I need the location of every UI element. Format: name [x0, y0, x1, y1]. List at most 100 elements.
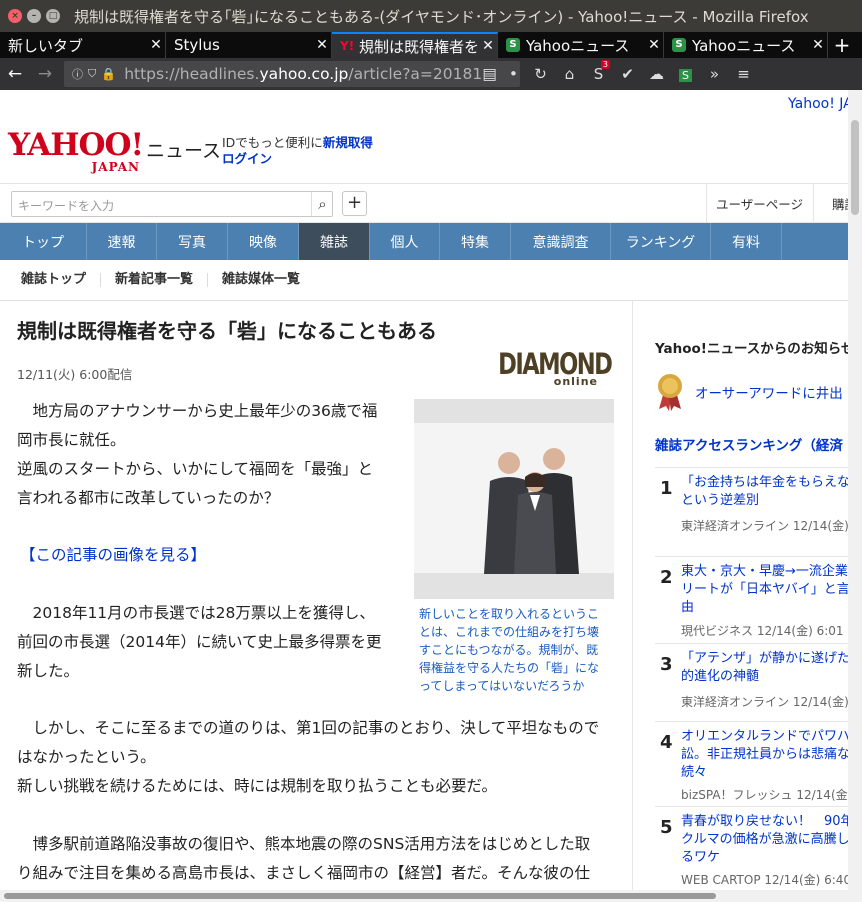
- extension-cloud-icon[interactable]: ☁: [642, 65, 671, 83]
- notice-item[interactable]: オーサーアワードに井出: [655, 372, 848, 412]
- nav-ranking[interactable]: ランキング: [611, 223, 711, 260]
- window-close-button[interactable]: ×: [8, 9, 22, 23]
- ranking-heading[interactable]: 雑誌アクセスランキング（経済: [655, 434, 843, 454]
- tab-label: 規制は既得権者を守る: [359, 37, 479, 56]
- paragraph-line: 言われる都市に改革していったのか？: [17, 489, 280, 507]
- publisher-logo-main: DIAMOND: [498, 347, 613, 381]
- login-link[interactable]: ログイン: [222, 148, 272, 167]
- hamburger-menu-icon[interactable]: ≡: [729, 65, 758, 83]
- purchase-link[interactable]: 購読: [813, 184, 848, 222]
- rank-title-line: クルマの価格が急激に高騰し: [681, 832, 848, 847]
- yahoo-japan-logo[interactable]: YAHOO! JAPAN: [8, 130, 144, 175]
- page-actions-icon[interactable]: •••: [509, 65, 520, 83]
- nav-survey[interactable]: 意識調査: [511, 223, 611, 260]
- search-input[interactable]: キーワードを入力 ⌕: [11, 191, 333, 217]
- tab-new-tab[interactable]: 新しいタブ ✕: [0, 32, 166, 58]
- nav-top[interactable]: トップ: [0, 223, 87, 260]
- ranking-item[interactable]: 1 「お金持ちは年金をもらえな という逆差別 東洋経済オンライン 12/14(金): [655, 467, 848, 556]
- rank-title[interactable]: オリエンタルランドでパワハ 訟。非正規社員からは悲痛な 続々: [681, 728, 848, 782]
- window-maximize-button[interactable]: □: [46, 9, 60, 23]
- photo-caption[interactable]: 新しいことを取り入れるということは、これまでの仕組みを打ち壊すことにもつながる。…: [419, 605, 605, 695]
- extension-badge: 3: [600, 60, 610, 69]
- tracking-shield-icon[interactable]: ⛉: [88, 67, 96, 81]
- nav-individual[interactable]: 個人: [370, 223, 440, 260]
- nav-paid[interactable]: 有料: [711, 223, 782, 260]
- nav-photo[interactable]: 写真: [157, 223, 228, 260]
- image-link[interactable]: 【この記事の画像を見る】: [20, 541, 206, 570]
- scrollbar-thumb[interactable]: [851, 120, 859, 215]
- nav-magazine[interactable]: 雑誌: [299, 223, 370, 260]
- rank-title[interactable]: 東大・京大・早慶→一流企業 リートが「日本ヤバイ」と言由: [681, 563, 848, 617]
- new-tab-button[interactable]: +: [828, 32, 856, 58]
- ranking-item[interactable]: 2 東大・京大・早慶→一流企業 リートが「日本ヤバイ」と言由 現代ビジネス 12/…: [655, 556, 848, 643]
- back-icon[interactable]: ←: [0, 64, 30, 84]
- reader-view-icon[interactable]: ▤: [482, 65, 497, 83]
- search-icon[interactable]: ⌕: [311, 192, 333, 216]
- medal-icon: [655, 373, 685, 411]
- rank-number: 4: [660, 732, 673, 753]
- tab-stylus[interactable]: Stylus ✕: [166, 32, 332, 58]
- rank-title[interactable]: 青春が取り戻せない！ 90年 クルマの価格が急激に高騰し るワケ: [681, 813, 848, 867]
- tab-yahoo-news-2[interactable]: S Yahooニュース ✕: [664, 32, 828, 58]
- news-label[interactable]: ニュース: [146, 136, 221, 163]
- close-icon[interactable]: ✕: [313, 37, 331, 53]
- ranking-item[interactable]: 5 青春が取り戻せない！ 90年 クルマの価格が急激に高騰し るワケ WEB CAR…: [655, 806, 848, 890]
- yahoo-japan-top-link[interactable]: Yahoo! JA: [788, 96, 848, 112]
- rank-source: 東洋経済オンライン 12/14(金): [681, 519, 848, 533]
- rank-title-line: という逆差別: [681, 493, 760, 508]
- lock-icon: 🔒: [101, 67, 117, 81]
- info-icon[interactable]: ⓘ: [72, 66, 83, 82]
- rank-source: WEB CARTOP 12/14(金) 6:40: [681, 873, 848, 887]
- stylus-extension-icon[interactable]: S3: [584, 60, 613, 83]
- add-button[interactable]: +: [342, 191, 367, 216]
- tab-bar: 新しいタブ✕ Stylus✕ Y!規制は既得権者を守る✕ SYahooニュース✕…: [0, 32, 862, 58]
- close-icon[interactable]: ✕: [645, 37, 663, 53]
- article-date: 12/11(火) 6:00配信: [17, 367, 133, 382]
- reload-icon[interactable]: ↻: [526, 65, 555, 83]
- subnav-magazine-top[interactable]: 雑誌トップ: [0, 273, 102, 287]
- rank-number: 3: [660, 654, 673, 675]
- navigation-toolbar: ← → ⓘ ⛉ 🔒 https://headlines. yahoo.co.jp /…: [0, 58, 862, 90]
- forward-icon[interactable]: →: [30, 64, 60, 84]
- rank-title[interactable]: 「お金持ちは年金をもらえな という逆差別: [681, 474, 848, 510]
- paragraph-line: 地方局のアナウンサーから史上最年少の36歳で福: [17, 402, 378, 420]
- sub-nav: 雑誌トップ 新着記事一覧 雑誌媒体一覧: [0, 260, 848, 301]
- horizontal-scrollbar[interactable]: [0, 890, 862, 902]
- notice-heading: Yahoo!ニュースからのお知らせ: [655, 341, 848, 357]
- page-content: Yahoo! JA YAHOO! JAPAN ニュース IDでもっと便利に新規取…: [0, 90, 848, 890]
- rank-title-line: 訟。非正規社員からは悲痛な: [681, 747, 848, 762]
- close-icon[interactable]: ✕: [479, 38, 497, 54]
- close-icon[interactable]: ✕: [147, 37, 165, 53]
- article-photo[interactable]: [414, 399, 614, 599]
- user-page-link[interactable]: ユーザーページ: [706, 184, 812, 222]
- scrollbar-thumb[interactable]: [4, 893, 716, 899]
- overflow-menu-icon[interactable]: »: [700, 65, 729, 83]
- paragraph-line: 逆風のスタートから、いかにして福岡を「最強」と: [17, 460, 374, 478]
- extension-check-icon[interactable]: ✔: [613, 65, 642, 83]
- ranking-item[interactable]: 3 「アテンザ」が静かに遂げた 的進化の神髄 東洋経済オンライン 12/14(金): [655, 643, 848, 721]
- search-row: キーワードを入力 ⌕ + ユーザーページ 購読: [0, 183, 848, 223]
- paragraph-line: 新しい挑戦を続けるためには、時には規制を取り払うことも必要だ。: [17, 777, 498, 795]
- signup-link[interactable]: 新規取得: [323, 135, 373, 150]
- yahoo-favicon-icon: Y!: [340, 38, 355, 53]
- close-icon[interactable]: ✕: [809, 37, 827, 53]
- vertical-scrollbar[interactable]: [848, 90, 862, 890]
- nav-video[interactable]: 映像: [228, 223, 299, 260]
- rank-number: 1: [660, 478, 673, 499]
- extension-s-icon[interactable]: S: [671, 65, 700, 83]
- notice-link[interactable]: オーサーアワードに井出: [695, 382, 843, 402]
- url-bar[interactable]: ⓘ ⛉ 🔒 https://headlines. yahoo.co.jp/arti…: [64, 61, 520, 87]
- nav-breaking[interactable]: 速報: [87, 223, 157, 260]
- subnav-new-articles[interactable]: 新着記事一覧: [101, 273, 209, 287]
- subnav-media-list[interactable]: 雑誌媒体一覧: [208, 273, 314, 287]
- ranking-item[interactable]: 4 オリエンタルランドでパワハ 訟。非正規社員からは悲痛な 続々 bizSPA！フレ…: [655, 721, 848, 806]
- tab-yahoo-news-1[interactable]: S Yahooニュース ✕: [498, 32, 664, 58]
- rank-title[interactable]: 「アテンザ」が静かに遂げた 的進化の神髄: [681, 650, 848, 686]
- nav-feature[interactable]: 特集: [440, 223, 511, 260]
- window-minimize-button[interactable]: –: [27, 9, 41, 23]
- tab-article[interactable]: Y! 規制は既得権者を守る✕: [332, 32, 498, 58]
- library-icon[interactable]: ⌂: [555, 65, 584, 83]
- paragraph-line: 2018年11月の市長選では28万票以上を獲得し、: [17, 604, 375, 622]
- rank-source: 東洋経済オンライン 12/14(金): [681, 695, 848, 709]
- diamond-online-logo[interactable]: DIAMOND online: [470, 347, 613, 388]
